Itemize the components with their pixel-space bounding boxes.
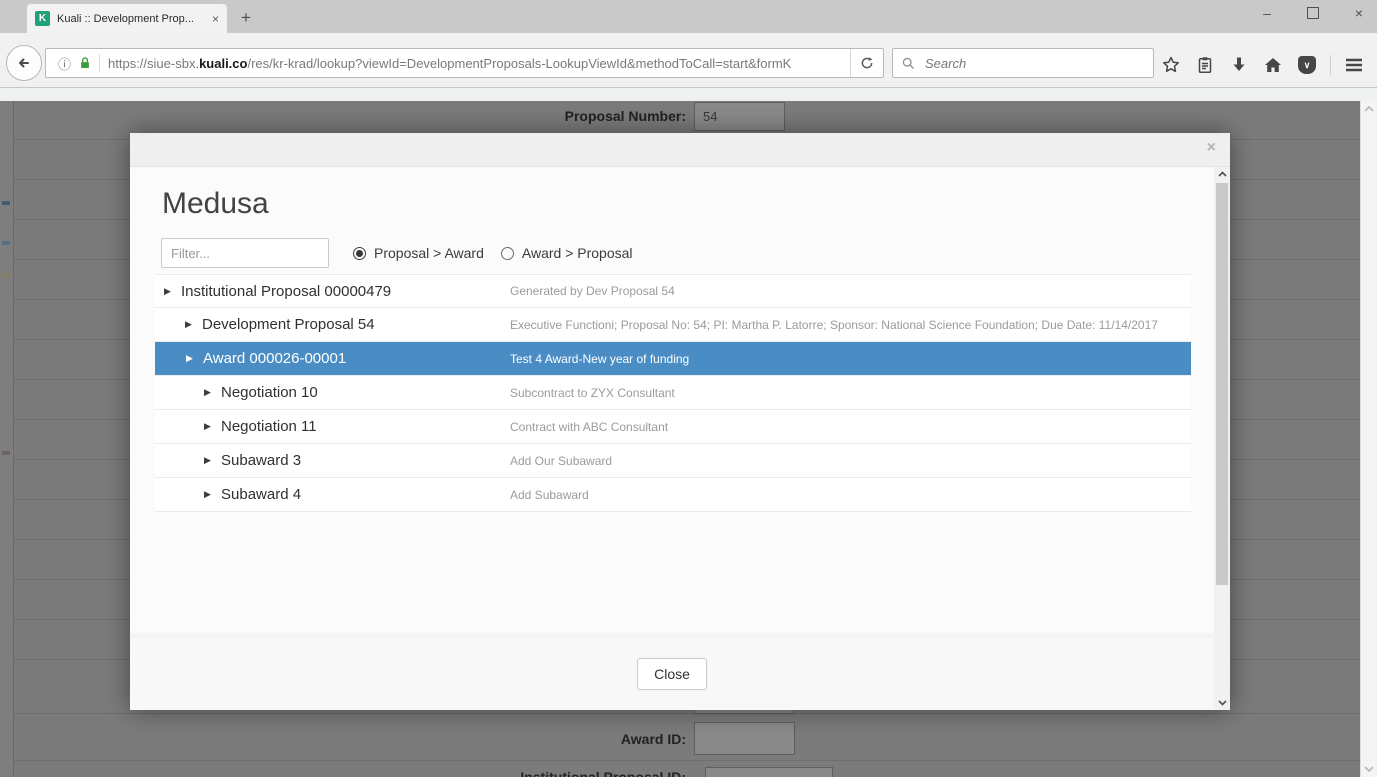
maximize-icon[interactable] — [1305, 5, 1321, 21]
window-close-icon[interactable]: × — [1351, 5, 1367, 21]
tree-row-description: Executive Functioni; Proposal No: 54; PI… — [510, 318, 1158, 332]
direction-radio[interactable]: Award > Proposal — [501, 245, 633, 261]
radio-label: Proposal > Award — [374, 245, 484, 261]
expand-arrow-icon[interactable]: ▶ — [185, 319, 195, 330]
tree-row-description: Add Subaward — [510, 488, 589, 502]
radio-label: Award > Proposal — [522, 245, 633, 261]
direction-radio[interactable]: Proposal > Award — [353, 245, 484, 261]
search-input[interactable] — [923, 55, 1145, 72]
menu-icon[interactable] — [1343, 54, 1365, 76]
proposal-number-input[interactable] — [694, 102, 785, 131]
expand-arrow-icon[interactable]: ▶ — [204, 489, 214, 500]
modal-scrollbar[interactable] — [1214, 167, 1230, 710]
pocket-icon[interactable]: ∨ — [1296, 54, 1318, 76]
toolbar-divider — [1330, 55, 1331, 75]
bookmark-star-icon[interactable] — [1160, 54, 1182, 76]
tree-row-description: Add Our Subaward — [510, 454, 612, 468]
kuali-favicon-icon: K — [35, 11, 50, 26]
tree-row-label: Subaward 4 — [221, 486, 301, 503]
tree-row[interactable]: ▶ Negotiation 11 Contract with ABC Consu… — [155, 410, 1191, 444]
modal-controls: Proposal > Award Award > Proposal — [161, 238, 633, 268]
modal-scroll-up-icon[interactable] — [1214, 167, 1230, 181]
rail-speck — [2, 241, 10, 245]
minimize-icon[interactable]: – — [1259, 5, 1275, 21]
url-text[interactable]: https://siue-sbx.kuali.co/res/kr-krad/lo… — [108, 56, 850, 71]
url-bar[interactable]: ⓘ https://siue-sbx.kuali.co/res/kr-krad/… — [45, 48, 884, 78]
table-row-divider — [14, 760, 1360, 761]
expand-arrow-icon[interactable]: ▶ — [204, 387, 214, 398]
tree-row-description: Contract with ABC Consultant — [510, 420, 668, 434]
direction-radio-group: Proposal > Award Award > Proposal — [353, 245, 633, 261]
tree-row-description: Generated by Dev Proposal 54 — [510, 284, 675, 298]
search-box[interactable] — [892, 48, 1154, 78]
tree-row[interactable]: ▶ Development Proposal 54 Executive Func… — [155, 308, 1191, 342]
tree-row[interactable]: ▶ Negotiation 10 Subcontract to ZYX Cons… — [155, 376, 1191, 410]
tree-row[interactable]: ▶ Subaward 3 Add Our Subaward — [155, 444, 1191, 478]
url-divider — [99, 54, 100, 72]
tree-row[interactable]: ▶ Award 000026-00001 Test 4 Award-New ye… — [155, 342, 1191, 376]
tree-row-label: Development Proposal 54 — [202, 316, 375, 333]
scroll-up-icon[interactable] — [1364, 105, 1374, 112]
reload-icon — [859, 55, 875, 71]
page-info-icon[interactable]: ⓘ — [58, 54, 71, 73]
tree-row-label: Award 000026-00001 — [203, 350, 346, 367]
rail-speck — [2, 201, 10, 205]
lock-icon[interactable] — [77, 55, 93, 71]
close-button[interactable]: Close — [637, 658, 707, 690]
tree-row-label: Institutional Proposal 00000479 — [181, 283, 391, 300]
window-controls: – × — [1259, 5, 1367, 21]
tree-row-label: Negotiation 10 — [221, 384, 318, 401]
award-id-label: Award ID: — [621, 731, 686, 747]
downloads-icon[interactable] — [1228, 54, 1250, 76]
tree-row-description: Test 4 Award-New year of funding — [510, 352, 689, 366]
modal-scrollbar-thumb[interactable] — [1216, 183, 1228, 585]
tree-row[interactable]: ▶ Institutional Proposal 00000479 Genera… — [155, 274, 1191, 308]
rail-speck — [2, 451, 10, 455]
tree-row-description: Subcontract to ZYX Consultant — [510, 386, 675, 400]
modal-header: × — [130, 133, 1230, 167]
page-background: Proposal Number: Award ID: Institutional… — [0, 88, 1377, 777]
partial-field-label: Institutional Proposal ID: — [520, 769, 686, 777]
table-row-divider — [14, 713, 1360, 714]
tree-row-label: Negotiation 11 — [221, 418, 317, 435]
proposal-number-label: Proposal Number: — [565, 108, 686, 124]
tree-row[interactable]: ▶ Subaward 4 Add Subaward — [155, 478, 1191, 512]
rail-speck — [2, 273, 10, 277]
left-rail — [0, 101, 14, 777]
radio-circle-icon[interactable] — [353, 247, 366, 260]
award-id-input[interactable] — [694, 722, 795, 755]
new-tab-button[interactable]: + — [233, 6, 259, 30]
url-domain: kuali.co — [199, 56, 247, 71]
filter-input[interactable] — [161, 238, 329, 268]
tree-row-label: Subaward 3 — [221, 452, 301, 469]
expand-arrow-icon[interactable]: ▶ — [204, 455, 214, 466]
url-path: /res/kr-krad/lookup?viewId=DevelopmentPr… — [247, 56, 791, 71]
home-icon[interactable] — [1262, 54, 1284, 76]
reading-list-icon[interactable] — [1194, 54, 1216, 76]
search-icon — [901, 56, 916, 71]
scroll-down-icon[interactable] — [1364, 766, 1374, 773]
reload-button[interactable] — [850, 49, 883, 77]
page-top-strip — [0, 88, 1377, 101]
tab-title: Kuali :: Development Prop... — [57, 13, 206, 25]
modal-title: Medusa — [162, 187, 269, 221]
back-arrow-icon — [15, 54, 33, 72]
modal-scroll-down-icon[interactable] — [1214, 696, 1230, 710]
medusa-modal: × Medusa Proposal > Award Award > Propos… — [130, 133, 1230, 710]
medusa-tree: ▶ Institutional Proposal 00000479 Genera… — [155, 274, 1191, 512]
modal-close-icon[interactable]: × — [1207, 140, 1216, 156]
browser-navbar: ⓘ https://siue-sbx.kuali.co/res/kr-krad/… — [0, 33, 1377, 88]
expand-arrow-icon[interactable]: ▶ — [164, 286, 174, 297]
url-prefix: https://siue-sbx. — [108, 56, 199, 71]
modal-footer: Close — [130, 637, 1214, 710]
expand-arrow-icon[interactable]: ▶ — [186, 353, 196, 364]
browser-tab[interactable]: K Kuali :: Development Prop... × — [27, 4, 227, 33]
tab-close-icon[interactable]: × — [212, 12, 219, 26]
back-button[interactable] — [6, 45, 42, 81]
partial-field-input[interactable] — [705, 767, 833, 777]
radio-circle-icon[interactable] — [501, 247, 514, 260]
expand-arrow-icon[interactable]: ▶ — [204, 421, 214, 432]
page-scrollbar[interactable] — [1360, 101, 1377, 777]
browser-titlebar: K Kuali :: Development Prop... × + – × — [0, 0, 1377, 33]
